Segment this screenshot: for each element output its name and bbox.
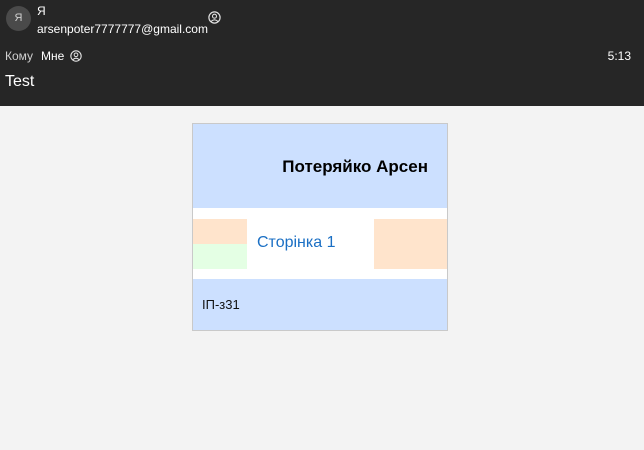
decor-block-peach-right (374, 219, 447, 269)
card-title: Потеряйко Арсен (282, 157, 428, 176)
decor-block-peach (193, 219, 247, 244)
decor-block-green (193, 244, 247, 269)
sender-name[interactable]: Я (37, 4, 46, 18)
email-card: Потеряйко Арсен Сторінка 1 ІП-з31 (192, 123, 448, 331)
email-subject: Test (5, 73, 35, 90)
contact-icon[interactable] (208, 11, 221, 24)
message-time: 5:13 (607, 49, 631, 63)
email-header: Я Я arsenpoter7777777@gmail.com Кому Мне… (0, 0, 644, 106)
recipient-name[interactable]: Мне (41, 49, 64, 63)
group-label: ІП-з31 (202, 297, 240, 312)
to-label: Кому (5, 49, 34, 63)
page-link[interactable]: Сторінка 1 (257, 234, 335, 252)
sender-email[interactable]: arsenpoter7777777@gmail.com (37, 22, 208, 36)
contact-icon[interactable] (70, 50, 82, 62)
sender-avatar[interactable]: Я (6, 6, 31, 31)
